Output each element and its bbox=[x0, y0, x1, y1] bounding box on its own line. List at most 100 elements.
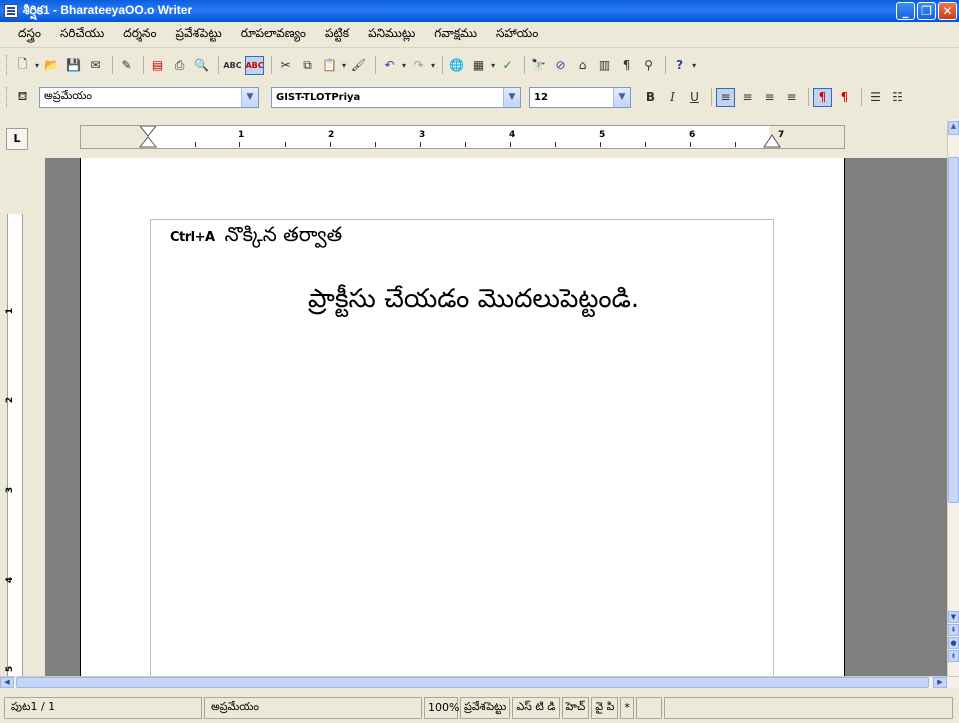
underline-button[interactable]: U bbox=[685, 88, 704, 107]
toolbar-options-icon[interactable]: ▾ bbox=[692, 61, 696, 70]
help-icon[interactable]: ? bbox=[670, 56, 689, 75]
right-indent-marker-icon[interactable] bbox=[763, 134, 781, 148]
edit-file-icon[interactable]: ✎ bbox=[117, 56, 136, 75]
spellcheck-icon[interactable]: ABC bbox=[223, 56, 242, 75]
menu-edit[interactable]: సరిచేయు bbox=[60, 26, 104, 43]
justify-icon[interactable]: ≡ bbox=[782, 88, 801, 107]
left-to-right-icon[interactable]: ¶ bbox=[813, 87, 832, 107]
autospellcheck-icon[interactable]: ABC bbox=[245, 55, 265, 75]
toolbar-grip[interactable] bbox=[6, 55, 9, 75]
status-insert-mode[interactable]: ప్రవేశపెట్టు bbox=[460, 696, 511, 719]
table-icon[interactable]: ▦ bbox=[469, 56, 488, 75]
vertical-ruler-number: 2 bbox=[5, 396, 16, 404]
next-page-icon[interactable]: ⇟ bbox=[948, 650, 959, 662]
chevron-down-icon[interactable]: ▼ bbox=[503, 87, 520, 107]
new-dropdown-icon[interactable]: ▾ bbox=[35, 61, 39, 70]
chevron-down-icon[interactable]: ▼ bbox=[613, 87, 630, 107]
chevron-down-icon[interactable]: ▼ bbox=[241, 87, 258, 107]
tab-tick bbox=[510, 142, 511, 147]
paragraph-style-select[interactable]: అప్రమేయం ▼ bbox=[39, 86, 259, 108]
data-sources-icon[interactable]: ▥ bbox=[595, 56, 614, 75]
scroll-down-icon[interactable]: ▼ bbox=[948, 611, 959, 623]
clone-format-icon[interactable]: 🖌 bbox=[349, 56, 368, 75]
toolbar-grip[interactable] bbox=[6, 87, 9, 107]
status-zoom[interactable]: 100% bbox=[424, 696, 459, 719]
ruler-number: 1 bbox=[238, 130, 245, 140]
redo-dropdown-icon[interactable]: ▾ bbox=[431, 61, 435, 70]
menu-format[interactable]: రూపలావణ్యం bbox=[241, 26, 306, 43]
tab-tick bbox=[600, 142, 601, 147]
align-right-icon[interactable]: ≡ bbox=[760, 88, 779, 107]
ruler-number: 6 bbox=[689, 130, 696, 140]
print-icon[interactable]: ⎙ bbox=[170, 56, 189, 75]
horizontal-ruler[interactable]: 1 2 3 4 5 6 7 bbox=[80, 125, 845, 149]
zoom-icon[interactable]: ⚲ bbox=[639, 56, 658, 75]
status-modified[interactable]: * bbox=[620, 696, 634, 719]
tab-stop-selector[interactable]: L bbox=[6, 128, 28, 150]
menu-table[interactable]: పట్టిక bbox=[325, 26, 349, 43]
bullets-icon[interactable]: ☷ bbox=[888, 88, 907, 107]
status-layout[interactable]: వై పి bbox=[591, 696, 619, 719]
document-line-1[interactable]: Ctrl+A నొక్కిన తర్వాత bbox=[170, 222, 342, 251]
navigation-icon[interactable]: ● bbox=[948, 637, 959, 649]
restore-button[interactable]: ❐ bbox=[917, 2, 936, 20]
menu-window[interactable]: గవాక్షము bbox=[434, 26, 477, 43]
paste-icon[interactable]: 📋 bbox=[320, 56, 339, 75]
font-name-select[interactable]: GIST-TLOTPriya ▼ bbox=[271, 86, 521, 108]
minimize-button[interactable]: _ bbox=[896, 2, 915, 20]
scroll-up-icon[interactable]: ▲ bbox=[948, 121, 959, 135]
open-folder-icon[interactable]: 📂 bbox=[42, 56, 61, 75]
page-preview-icon[interactable]: 🔍 bbox=[192, 56, 211, 75]
horizontal-scrollbar[interactable]: ◀ ▶ bbox=[0, 676, 959, 688]
status-signature[interactable] bbox=[635, 696, 662, 719]
menu-tools[interactable]: పనిముట్లు bbox=[368, 26, 415, 43]
font-size-select[interactable]: 12 ▼ bbox=[529, 86, 631, 108]
close-button[interactable]: ✕ bbox=[938, 2, 957, 20]
numbering-icon[interactable]: ☰ bbox=[866, 88, 885, 107]
styles-formatting-icon[interactable]: ⛾ bbox=[13, 88, 32, 107]
vertical-ruler[interactable]: 1 2 3 4 5 bbox=[3, 158, 43, 678]
paste-dropdown-icon[interactable]: ▾ bbox=[342, 61, 346, 70]
copy-icon[interactable]: ⧉ bbox=[298, 56, 317, 75]
italic-button[interactable]: I bbox=[663, 88, 682, 107]
ruler-number: 5 bbox=[599, 130, 606, 140]
draw-functions-icon[interactable]: ✓ bbox=[498, 56, 517, 75]
menu-help[interactable]: సహాయం bbox=[496, 26, 538, 43]
status-style[interactable]: అప్రమేయం bbox=[204, 696, 422, 719]
status-hyperlink-mode[interactable]: హెచ్ bbox=[561, 696, 590, 719]
scroll-left-icon[interactable]: ◀ bbox=[0, 677, 14, 688]
previous-page-icon[interactable]: ⇞ bbox=[948, 624, 959, 636]
new-document-icon[interactable]: 🗋 bbox=[13, 56, 32, 75]
bold-button[interactable]: B bbox=[641, 88, 660, 107]
right-to-left-icon[interactable]: ¶ bbox=[835, 88, 854, 107]
gallery-icon[interactable]: ⌂ bbox=[573, 56, 592, 75]
save-icon[interactable]: 💾 bbox=[64, 56, 83, 75]
menu-file[interactable]: దస్త్రం bbox=[18, 26, 41, 43]
find-replace-icon[interactable]: 🔭 bbox=[529, 56, 548, 75]
align-left-icon[interactable]: ≡ bbox=[716, 87, 735, 107]
hyperlink-icon[interactable]: 🌐 bbox=[447, 56, 466, 75]
undo-dropdown-icon[interactable]: ▾ bbox=[402, 61, 406, 70]
redo-icon[interactable]: ↷ bbox=[409, 56, 428, 75]
horizontal-scroll-thumb[interactable] bbox=[16, 677, 929, 688]
menu-view[interactable]: దర్శనం bbox=[123, 26, 156, 43]
vertical-scrollbar[interactable]: ▲ ▼ ⇞ ● ⇟ bbox=[947, 119, 959, 679]
email-icon[interactable]: ✉ bbox=[86, 56, 105, 75]
undo-icon[interactable]: ↶ bbox=[380, 56, 399, 75]
document-app-icon[interactable] bbox=[4, 4, 18, 18]
table-dropdown-icon[interactable]: ▾ bbox=[491, 61, 495, 70]
vertical-scroll-thumb[interactable] bbox=[948, 157, 959, 503]
align-center-icon[interactable]: ≡ bbox=[738, 88, 757, 107]
formatting-marks-icon[interactable]: ¶ bbox=[617, 56, 636, 75]
status-selection-mode[interactable]: ఎస్ టి డి bbox=[512, 696, 560, 719]
scroll-right-icon[interactable]: ▶ bbox=[933, 677, 947, 688]
document-line-2[interactable]: ప్రాక్టీసు చేయడం మొదలుపెట్టండి. bbox=[308, 284, 639, 320]
status-page[interactable]: పుట1 / 1 bbox=[4, 696, 202, 719]
tab-tick bbox=[420, 142, 421, 147]
cut-icon[interactable]: ✂ bbox=[276, 56, 295, 75]
title-bar[interactable]: శీర్షిక1 - BharateeyaOO.o Writer _ ❐ ✕ bbox=[0, 0, 959, 22]
left-indent-marker-icon[interactable] bbox=[139, 126, 157, 148]
navigator-icon[interactable]: ⊘ bbox=[551, 56, 570, 75]
export-pdf-icon[interactable]: ▤ bbox=[148, 56, 167, 75]
menu-insert[interactable]: ప్రవేశపెట్టు bbox=[176, 26, 222, 43]
